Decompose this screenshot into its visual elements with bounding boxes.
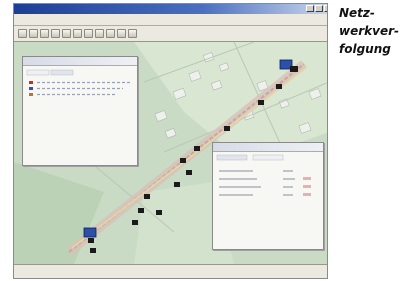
title-bar[interactable] (14, 4, 327, 14)
router-icon[interactable] (174, 182, 180, 187)
trace-row[interactable] (29, 93, 115, 96)
router-icon[interactable] (186, 170, 192, 175)
router-icon[interactable] (194, 146, 200, 151)
toolbar-tool-icon[interactable] (128, 29, 137, 38)
router-icon[interactable] (276, 84, 282, 89)
trace-list-panel[interactable] (22, 56, 138, 166)
application-window (13, 3, 328, 279)
router-icon[interactable] (138, 208, 144, 213)
tab-1[interactable] (26, 69, 50, 76)
router-icon[interactable] (258, 100, 264, 105)
toolbar-tool-icon[interactable] (95, 29, 104, 38)
router-icon[interactable] (180, 158, 186, 163)
toolbar-tool-icon[interactable] (40, 29, 49, 38)
router-icon[interactable] (144, 194, 150, 199)
status-bar (14, 264, 327, 278)
tab-1[interactable] (216, 154, 248, 161)
hop-row[interactable] (219, 193, 311, 196)
trace-list-rows (26, 69, 131, 96)
map-view[interactable] (14, 42, 327, 264)
trace-list-panel-header[interactable] (23, 57, 137, 66)
router-icon[interactable] (224, 126, 230, 131)
toolbar (14, 26, 327, 42)
caption-line-2: werkver- (339, 24, 399, 38)
toolbar-tool-icon[interactable] (73, 29, 82, 38)
minimize-icon[interactable] (306, 5, 314, 12)
tab-2[interactable] (50, 69, 74, 76)
server-icon[interactable] (290, 66, 298, 72)
hop-row[interactable] (219, 177, 311, 180)
article-caption: Netz- werkver- folgung (339, 4, 413, 58)
server-icon[interactable] (88, 238, 94, 243)
hop-detail-rows (216, 154, 311, 196)
router-icon[interactable] (156, 210, 162, 215)
menu-bar (14, 14, 327, 26)
toolbar-tool-icon[interactable] (51, 29, 60, 38)
caption-line-3: folgung (339, 42, 391, 56)
router-icon[interactable] (132, 220, 138, 225)
toolbar-tool-icon[interactable] (84, 29, 93, 38)
router-icon[interactable] (90, 248, 96, 253)
caption-line-1: Netz- (339, 6, 375, 20)
trace-row[interactable] (29, 81, 131, 84)
trace-row[interactable] (29, 87, 123, 90)
tab-2[interactable] (252, 154, 284, 161)
maximize-icon[interactable] (315, 5, 323, 12)
toolbar-tool-icon[interactable] (18, 29, 27, 38)
toolbar-tool-icon[interactable] (29, 29, 38, 38)
toolbar-tool-icon[interactable] (106, 29, 115, 38)
server-icon[interactable] (83, 227, 97, 238)
hop-detail-panel[interactable] (212, 142, 324, 250)
hop-detail-panel-header[interactable] (213, 143, 323, 152)
toolbar-tool-icon[interactable] (62, 29, 71, 38)
hop-row[interactable] (219, 185, 311, 188)
toolbar-tool-icon[interactable] (117, 29, 126, 38)
close-icon[interactable] (324, 5, 327, 12)
